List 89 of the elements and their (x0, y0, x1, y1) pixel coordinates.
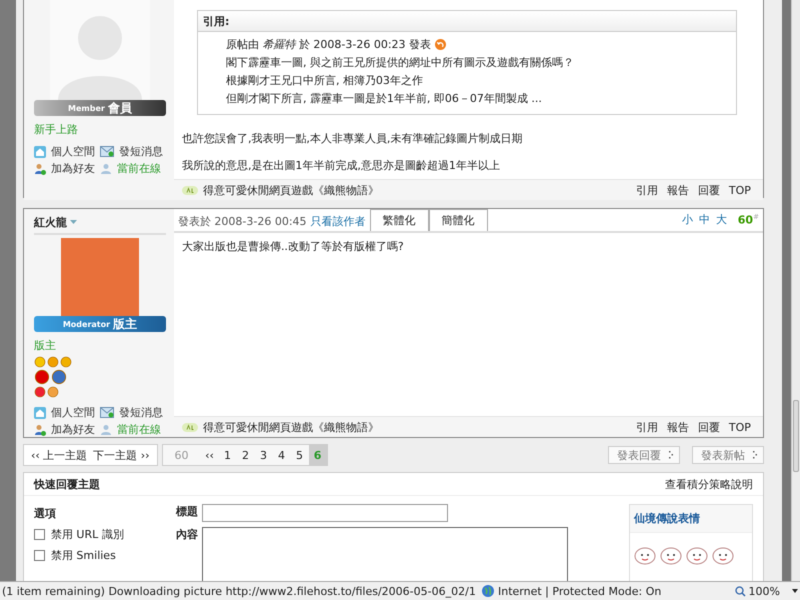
topic-nav-link[interactable]: 下一主題 ›› (90, 448, 153, 462)
font-size-link[interactable]: 中 (696, 212, 713, 231)
post-action-link[interactable]: 回覆 (698, 182, 720, 198)
subject-label: 標題 (174, 504, 198, 520)
rules-link[interactable]: 查看積分策略說明 (664, 476, 753, 492)
user-icon (100, 424, 112, 436)
page-link[interactable]: 5 (290, 445, 309, 465)
add-user-icon (34, 162, 46, 174)
post-action-link[interactable]: 報告 (666, 182, 689, 198)
post-action-link[interactable]: 引用 (636, 182, 658, 198)
post-action-link[interactable]: TOP (728, 420, 751, 434)
return-arrow-icon[interactable] (435, 39, 446, 50)
smiley-icon[interactable] (712, 547, 734, 565)
medal-icon (60, 356, 72, 368)
post-text: 大家出版也是曹操傳..改動了等於有版權了嗎? (182, 239, 405, 254)
ad-link[interactable]: 得意可愛休閒網頁遊戲《織熊物語》 (202, 182, 379, 198)
post-action-link[interactable]: 引用 (636, 420, 658, 434)
quote-line: 根據剛才王兄口中所言, 相簿乃03年之作 (226, 73, 424, 88)
quote-header: 原帖由 希羅特 於 2008-3-26 00:23 發表 (226, 37, 432, 52)
convert-tab[interactable]: 繁體化 (370, 209, 429, 231)
user-rank: 版主 (34, 338, 57, 353)
ad-badge-icon (182, 186, 198, 194)
home-icon (34, 406, 46, 418)
page-link[interactable]: 4 (272, 445, 291, 465)
smilies-title: 仙境傳說表情 (634, 512, 700, 525)
role-badge: Member 會員 (34, 100, 166, 116)
content-field[interactable] (202, 527, 568, 582)
user-icon (100, 162, 112, 174)
globe-icon (482, 585, 494, 598)
grip-icon (668, 451, 673, 459)
author-only-link[interactable]: 只看該作者 (310, 214, 366, 231)
zoom-control[interactable]: 100% (734, 584, 780, 598)
user-rank: 新手上路 (34, 122, 79, 137)
smiley-icon[interactable] (686, 547, 708, 565)
quote-label: 引用: (202, 14, 230, 28)
post-text: 我所說的意思,是在出圖1年半前完成,意思亦是圖齡超過1年半以上 (182, 158, 501, 173)
ad-link[interactable]: 得意可愛休閒網頁遊戲《織熊物語》 (202, 420, 379, 434)
envelope-icon (100, 407, 114, 418)
post-date: 發表於 2008-3-26 00:45 (176, 214, 308, 230)
quote-line: 但剛才閣下所言, 霹靂車一圖是於1年半前, 即06－07年間製成 ... (226, 91, 543, 106)
home-icon (34, 146, 46, 158)
security-zone: Internet | Protected Mode: On (498, 584, 662, 598)
floor-number: 60$^{#}$ (736, 213, 760, 229)
post-action-link[interactable]: 回覆 (698, 420, 720, 434)
page-link[interactable]: 3 (254, 445, 273, 465)
profile-link[interactable]: 發短消息 (100, 405, 166, 420)
scrollbar[interactable] (791, 0, 800, 582)
post-text: 也許您誤會了,我表明一點,本人非專業人員,未有準確記錄圖片制成日期 (182, 131, 524, 146)
role-badge: Moderator 版主 (34, 316, 166, 332)
checkbox[interactable] (34, 550, 45, 561)
options-title: 選項 (34, 506, 57, 521)
topic-nav-link[interactable]: ‹‹ 上一主題 (28, 448, 90, 462)
post-button[interactable]: 發表回覆 (608, 446, 680, 464)
envelope-icon (100, 146, 114, 157)
font-size-link[interactable]: 小 (678, 212, 696, 231)
post-action-link[interactable]: 報告 (666, 420, 689, 434)
convert-tab[interactable]: 簡體化 (428, 209, 488, 231)
subject-field[interactable] (202, 504, 448, 522)
quote-line: 閣下霹靂車一圖, 與之前王兄所提供的網址中所有圖示及遊戲有關係嗎？ (226, 55, 575, 70)
profile-link[interactable]: 加為好友 (34, 161, 100, 176)
profile-link[interactable]: 個人空間 (34, 405, 100, 420)
status-message: (1 item remaining) Downloading picture http://www2.filehost.to/files/2006-05-06_02/1 (1, 584, 477, 598)
medal-icon (46, 386, 59, 398)
zoom-icon (734, 586, 746, 597)
quick-reply-title: 快速回覆主題 (34, 476, 100, 492)
profile-link[interactable]: 加為好友 (34, 422, 100, 437)
post-button[interactable]: 發表新帖 (692, 446, 764, 464)
add-user-icon (34, 424, 46, 436)
medal-icon (50, 369, 67, 385)
page-link[interactable]: 1 (218, 445, 237, 465)
first-page-link[interactable]: ‹‹ (200, 445, 219, 465)
medal-icon (34, 369, 50, 385)
medal-icon (34, 356, 46, 368)
post-action-link[interactable]: TOP (728, 184, 751, 196)
profile-link[interactable]: 個人空間 (34, 144, 100, 159)
option-label: 禁用 Smilies (50, 548, 116, 563)
ad-badge-icon (182, 422, 198, 432)
author-name[interactable]: 紅火龍 (34, 215, 67, 230)
option-label: 禁用 URL 識別 (50, 527, 124, 542)
checkbox[interactable] (34, 529, 45, 540)
medal-icon (34, 386, 46, 398)
smiley-icon[interactable] (660, 547, 682, 565)
smiley-icon[interactable] (634, 547, 656, 565)
page-link[interactable]: 2 (236, 445, 255, 465)
medal-icon (46, 356, 59, 368)
profile-link[interactable]: 發短消息 (100, 144, 166, 159)
content-label: 內容 (174, 527, 198, 543)
font-size-link[interactable]: 大 (712, 212, 730, 231)
grip-icon (752, 451, 757, 459)
